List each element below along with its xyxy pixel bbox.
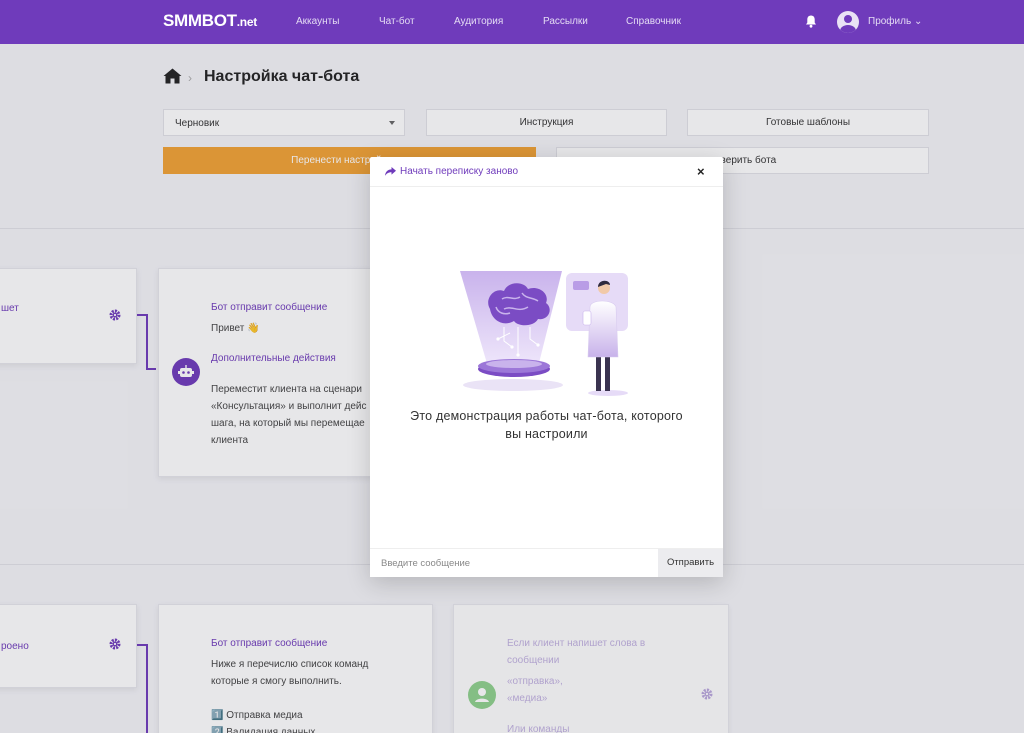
avatar[interactable] bbox=[837, 11, 859, 33]
demo-message-line-1: Это демонстрация работы чат-бота, которо… bbox=[410, 409, 683, 423]
brand-main: SMMBOT bbox=[163, 11, 237, 30]
close-icon[interactable]: × bbox=[697, 165, 705, 178]
modal-header: Начать переписку заново × bbox=[370, 157, 723, 187]
chatbot-preview-modal: Начать переписку заново × Это демонстрац… bbox=[370, 157, 723, 577]
brand-logo[interactable]: SMMBOT.net bbox=[163, 11, 257, 31]
nav-chatbot[interactable]: Чат-бот bbox=[379, 16, 415, 27]
nav-mailings[interactable]: Рассылки bbox=[543, 16, 588, 27]
message-composer: Отправить bbox=[370, 548, 723, 577]
restart-label: Начать переписку заново bbox=[400, 166, 519, 177]
send-button[interactable]: Отправить bbox=[658, 549, 723, 577]
nav-audience[interactable]: Аудитория bbox=[454, 16, 503, 27]
restart-conversation-link[interactable]: Начать переписку заново bbox=[385, 166, 518, 177]
demo-message: Это демонстрация работы чат-бота, которо… bbox=[390, 407, 703, 443]
top-navbar: SMMBOT.net Аккаунты Чат-бот Аудитория Ра… bbox=[0, 0, 1024, 44]
demo-message-line-2: вы настроили bbox=[505, 427, 588, 441]
brand-suffix: .net bbox=[236, 15, 257, 29]
share-arrow-icon bbox=[385, 167, 396, 176]
profile-menu[interactable]: Профиль ⌄ bbox=[868, 16, 922, 27]
nav-accounts[interactable]: Аккаунты bbox=[296, 16, 339, 27]
message-input[interactable] bbox=[370, 549, 658, 577]
nav-reference[interactable]: Справочник bbox=[626, 16, 681, 27]
bell-icon[interactable] bbox=[805, 15, 817, 28]
chatbot-brain-illustration bbox=[460, 271, 628, 396]
